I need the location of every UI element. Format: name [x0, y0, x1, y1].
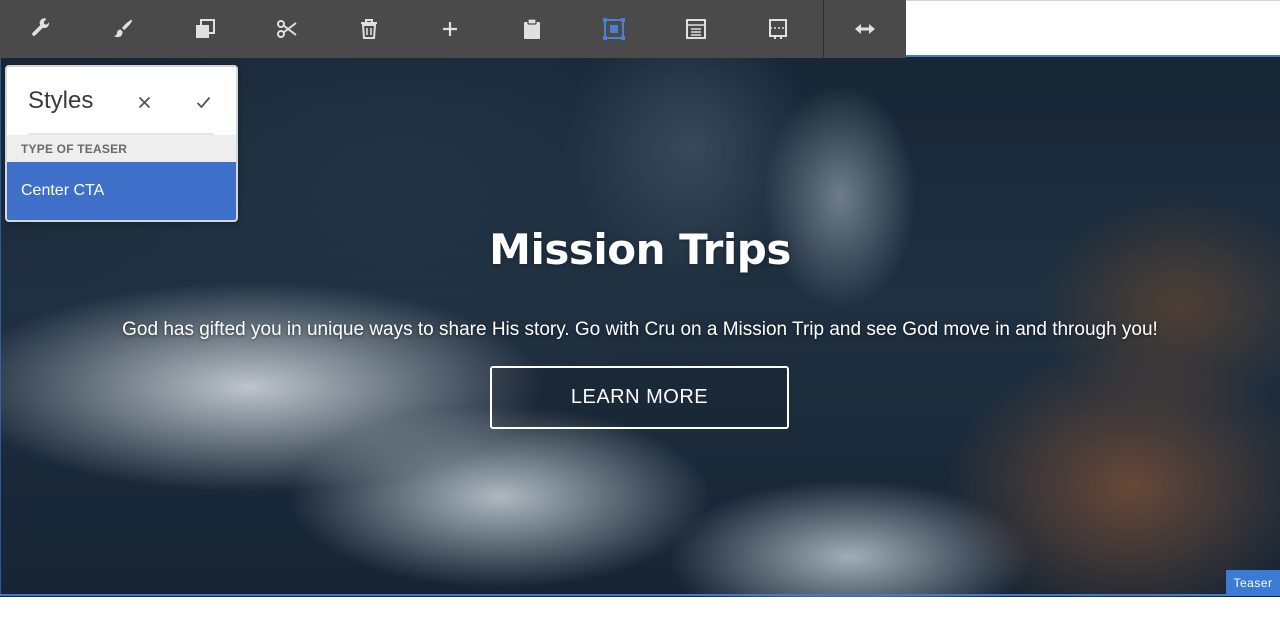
- clipboard-icon: [524, 18, 541, 39]
- styles-popover-title: Styles: [28, 87, 94, 114]
- component-toolbar: [0, 0, 906, 58]
- selection-outline-bottom: [0, 594, 1280, 596]
- checkmark-icon: [196, 96, 210, 108]
- group-button[interactable]: [573, 0, 655, 58]
- confirm-button[interactable]: [194, 93, 212, 111]
- header-divider: [28, 133, 214, 135]
- scissors-icon: [276, 20, 297, 38]
- horizontal-arrows-icon: [855, 24, 876, 34]
- delete-button[interactable]: [328, 0, 410, 58]
- teaser-description: God has gifted you in unique ways to sha…: [122, 319, 1158, 340]
- close-icon: [138, 96, 150, 108]
- copy-button[interactable]: [164, 0, 246, 58]
- copy-icon: [195, 19, 215, 38]
- paste-button[interactable]: [491, 0, 573, 58]
- styles-popover: Styles TYPE OF TEASER Center CTA: [5, 65, 238, 222]
- style-group-label: TYPE OF TEASER: [7, 135, 236, 162]
- editor-top-bar: [906, 0, 1280, 55]
- layout-icon: [769, 19, 788, 39]
- styles-button[interactable]: [82, 0, 164, 58]
- learn-more-button[interactable]: LEARN MORE: [490, 366, 789, 429]
- group-frame-icon: [603, 18, 626, 40]
- wrench-icon: [32, 18, 50, 36]
- plus-icon: [443, 22, 458, 36]
- resize-button[interactable]: [824, 0, 906, 58]
- paintbrush-icon: [113, 19, 132, 38]
- cut-button[interactable]: [246, 0, 328, 58]
- close-button[interactable]: [135, 93, 153, 111]
- selection-outline-left: [0, 57, 1, 595]
- teaser-title: Mission Trips: [489, 225, 791, 274]
- insert-button[interactable]: [410, 0, 492, 58]
- configure-button[interactable]: [0, 0, 82, 58]
- table-button[interactable]: [655, 0, 737, 58]
- trash-icon: [360, 19, 377, 39]
- table-icon: [686, 19, 707, 39]
- layout-button[interactable]: [737, 0, 819, 58]
- style-option-center-cta[interactable]: Center CTA: [7, 162, 236, 220]
- styles-popover-header: Styles: [7, 67, 236, 135]
- component-type-badge: Teaser: [1226, 570, 1280, 596]
